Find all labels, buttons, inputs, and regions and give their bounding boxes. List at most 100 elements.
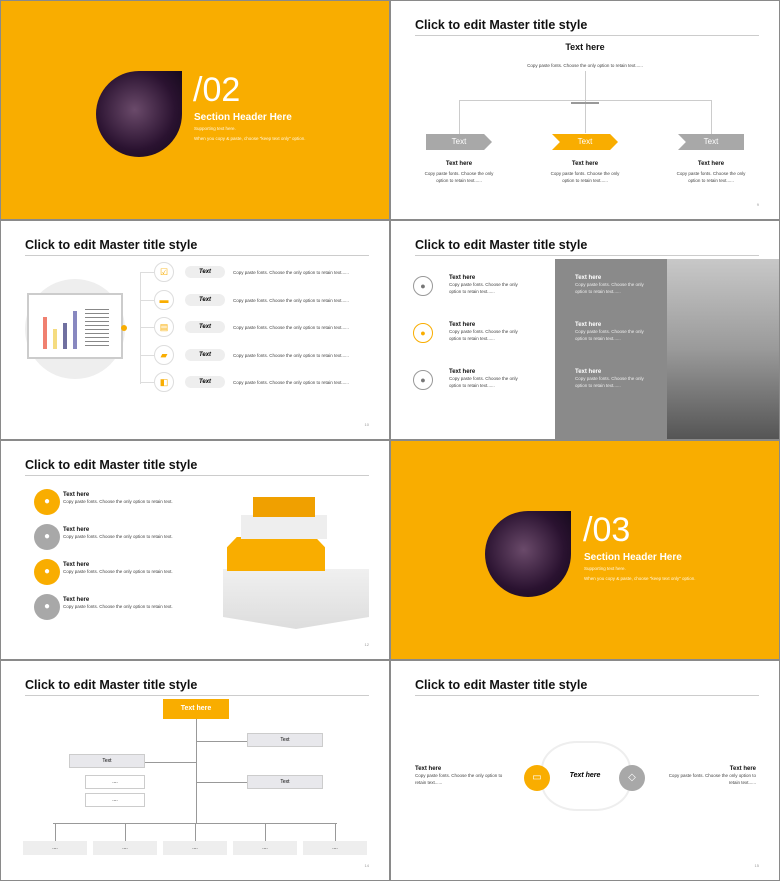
checkbox-icon: ☑ [154,262,174,282]
slide-14[interactable]: Click to edit Master title style Text he… [1,661,389,880]
connector [459,100,711,101]
connector [459,100,460,134]
arrow-box: Text [678,134,744,150]
list-item: Text here Copy paste fonts. Choose the on… [63,492,173,505]
org-node: .... [23,841,87,855]
title-rule [415,35,759,36]
section-note: When you copy & paste, choose "keep text… [584,576,696,581]
connector [196,719,197,823]
document-icon: ● [413,370,433,390]
board-bar [53,329,57,349]
org-node: Text [247,733,323,747]
top-text: Copy paste fonts. Choose the only option… [527,63,643,68]
section-header: Section Header Here [194,112,292,123]
item-text: Copy paste fonts. Choose the only option… [424,171,494,183]
board-lines [85,309,109,349]
connector-bar [571,102,599,104]
slide-15[interactable]: Click to edit Master title style Text he… [391,661,779,880]
text-pill: Text [185,321,225,333]
item-text: Copy paste fonts. Choose the only option… [63,604,173,609]
node-dot [121,325,127,331]
item-text: Copy paste fonts. Choose the only option… [575,376,644,388]
slide-title: Click to edit Master title style [25,678,198,692]
row-text: Copy paste fonts. Choose the only option… [233,380,349,385]
connector [140,299,154,301]
slide-11[interactable]: Click to edit Master title style ● Text … [391,221,779,439]
connector [265,823,266,841]
right-item: Text here Copy paste fonts. Choose the on… [661,766,756,786]
row-text: Copy paste fonts. Choose the only option… [233,297,349,303]
megaphone-icon: ● [413,323,433,343]
text-pill: Text [185,293,225,306]
monitor-icon: ▬ [154,289,174,310]
connector [140,272,154,273]
presentation-board-icon [27,293,123,359]
section-header: Section Header Here [584,552,682,563]
item-title: Text here [697,161,725,167]
folder-icon: ▰ [154,344,174,365]
org-node: .... [163,841,227,855]
section-sub: Supporting text here. [194,126,236,131]
row-text: Copy paste fonts. Choose the only option… [233,270,349,275]
connector [140,354,154,356]
clipboard-icon: ▤ [154,317,174,337]
left-item: Text here Copy paste fonts. Choose the on… [449,369,529,389]
ballet-image [96,71,182,157]
left-item: Text here Copy paste fonts. Choose the on… [449,275,529,295]
org-node: .... [93,841,157,855]
right-item: Text here Copy paste fonts. Choose the on… [575,322,645,342]
item-text: Copy paste fonts. Choose the only option… [449,376,518,388]
connector [335,823,336,841]
board-bar [43,317,47,349]
connector [195,823,196,841]
list-item: Text here Copy paste fonts. Choose the on… [63,597,173,610]
slide-title: Click to edit Master title style [25,238,198,252]
org-node: .... [85,793,145,807]
section-number: /02 [193,71,241,109]
slide-title: Click to edit Master title style [415,238,588,252]
slide-10[interactable]: Click to edit Master title style ☑ Text … [1,221,389,439]
slide-title: Click to edit Master title style [415,18,588,32]
slide-section-02[interactable]: /02 Section Header Here Supporting text … [1,1,389,219]
section-number: /03 [583,511,631,549]
connector [140,382,154,383]
item-text: Copy paste fonts. Choose the only option… [550,171,620,183]
item-text: Copy paste fonts. Choose the only option… [63,499,173,504]
pyramid-layer [253,497,315,517]
connector [196,782,248,783]
row-text: Copy paste fonts. Choose the only option… [233,325,349,330]
item: Text here Copy paste fonts. Choose the on… [671,161,751,184]
board-bar [73,311,77,349]
item-text: Copy paste fonts. Choose the only option… [676,171,746,183]
arrow-box: Text [552,134,618,150]
slide-section-03[interactable]: /03 Section Header Here Supporting text … [391,441,779,659]
left-item: Text here Copy paste fonts. Choose the on… [415,766,510,786]
slide-title: Click to edit Master title style [25,458,198,472]
section-sub: Supporting text here. [584,566,626,571]
page-number: 10 [364,422,369,427]
root-node: Text here [163,699,229,719]
tools-icon: ● [34,489,60,515]
item: Text here Copy paste fonts. Choose the on… [545,161,625,184]
list-item: Text here Copy paste fonts. Choose the on… [63,527,173,540]
item-text: Copy paste fonts. Choose the only option… [63,569,173,574]
title-rule [415,695,759,696]
right-item: Text here Copy paste fonts. Choose the on… [575,275,645,295]
title-rule [25,475,369,476]
top-title: Text here [565,42,605,52]
calendar-icon: ● [34,524,60,550]
left-item: Text here Copy paste fonts. Choose the on… [449,322,529,342]
pyramid-layer [241,515,327,539]
connector [55,823,56,841]
slide-9[interactable]: Click to edit Master title style Text he… [391,1,779,219]
title-rule [25,255,369,256]
right-item: Text here Copy paste fonts. Choose the on… [575,369,645,389]
connector [140,272,141,384]
title-rule [415,255,759,256]
connector [711,100,712,134]
board-bar [63,323,67,349]
diamond-icon: ◇ [619,765,645,791]
slide-12[interactable]: Click to edit Master title style ● Text … [1,441,389,659]
item-title: Text here [445,161,473,167]
chart-pie-icon: ● [34,594,60,620]
